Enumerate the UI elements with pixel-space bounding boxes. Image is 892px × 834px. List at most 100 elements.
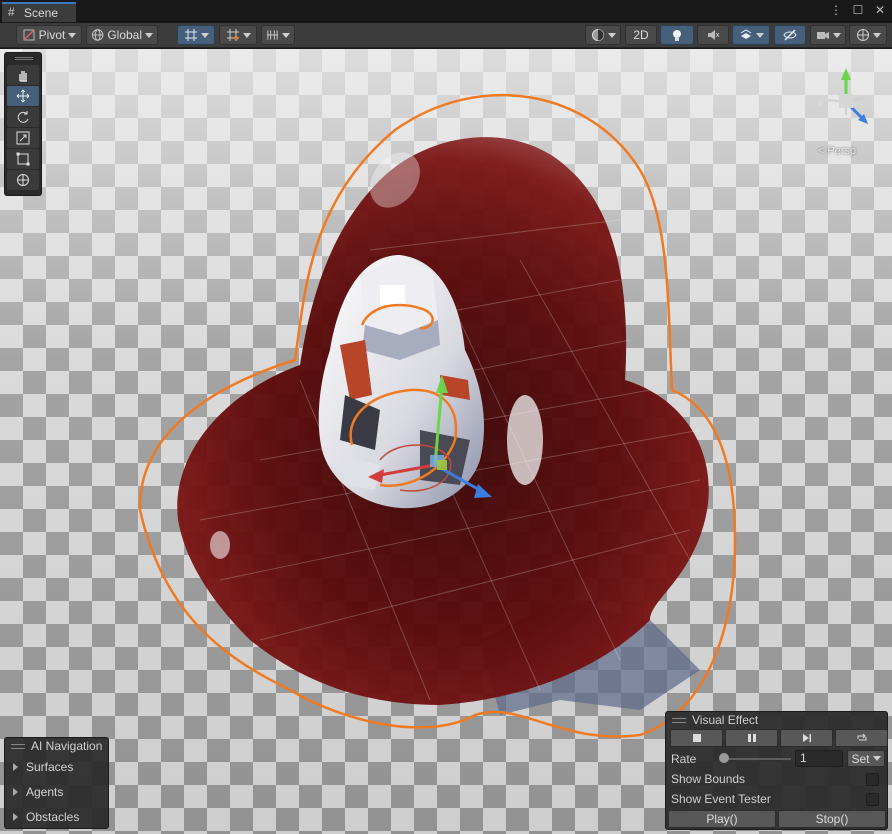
mode-2d-label: 2D xyxy=(633,28,649,42)
move-icon xyxy=(16,89,30,103)
scale-tool[interactable] xyxy=(7,128,39,148)
nav-item-label: Obstacles xyxy=(26,809,80,824)
chevron-down-icon xyxy=(607,32,616,38)
hand-icon xyxy=(19,71,27,82)
shading-mode-icon xyxy=(591,29,604,41)
restart-icon xyxy=(857,733,866,741)
chevron-down-icon xyxy=(68,32,77,38)
chevron-down-icon xyxy=(755,32,764,38)
lightbulb-icon xyxy=(673,30,681,41)
chevron-down-icon xyxy=(282,32,290,38)
grid-snap-icon xyxy=(184,29,197,41)
show-bounds-checkbox[interactable] xyxy=(866,772,879,786)
nav-item-label: Agents xyxy=(26,784,64,799)
show-event-tester-row: Show Event Tester xyxy=(671,790,883,808)
vfx-step-button[interactable] xyxy=(780,729,833,747)
chevron-down-icon xyxy=(200,32,209,38)
nav-item-label: Surfaces xyxy=(26,759,74,774)
vfx-stop-button[interactable] xyxy=(670,729,723,747)
rate-input[interactable]: 1 xyxy=(795,750,843,767)
visual-effect-title: Visual Effect xyxy=(692,713,759,727)
global-label: Global xyxy=(107,28,142,42)
effects-icon xyxy=(740,29,751,39)
nav-item-surfaces[interactable]: Surfaces xyxy=(5,754,108,779)
vfx-restart-button[interactable] xyxy=(835,729,888,747)
ai-navigation-overlay: AI Navigation Surfaces Agents Obstacles xyxy=(4,737,109,829)
global-dropdown[interactable]: Global xyxy=(86,25,158,45)
vfx-pause-button[interactable] xyxy=(725,729,778,747)
chevron-right-icon xyxy=(13,812,18,821)
scene-toolbar: Pivot Global 2D xyxy=(0,23,892,48)
camera-icon xyxy=(816,32,829,39)
ai-navigation-title: AI Navigation xyxy=(31,739,103,753)
rotate-icon xyxy=(17,111,29,123)
audio-toggle[interactable] xyxy=(697,25,729,45)
gizmos-dropdown[interactable] xyxy=(849,25,887,45)
svg-text:z: z xyxy=(866,124,871,135)
visual-effect-overlay: Visual Effect Rate 1 Set Show Bounds Sho… xyxy=(665,711,888,830)
stop-button[interactable]: Stop() xyxy=(778,810,886,828)
rate-slider[interactable] xyxy=(723,758,791,760)
play-button[interactable]: Play() xyxy=(668,810,776,828)
tab-scene-label: Scene xyxy=(24,6,59,20)
camera-dropdown[interactable] xyxy=(810,25,846,45)
svg-text:y: y xyxy=(842,60,847,71)
nav-item-obstacles[interactable]: Obstacles xyxy=(5,804,108,829)
increment-snap-icon xyxy=(226,29,239,41)
show-bounds-label: Show Bounds xyxy=(671,772,746,786)
grip-handle-icon[interactable] xyxy=(11,743,25,749)
lighting-toggle[interactable] xyxy=(660,25,694,45)
scene-grid-icon xyxy=(8,5,19,19)
gizmos-icon xyxy=(856,29,869,41)
hand-tool[interactable] xyxy=(7,65,39,85)
grid-visibility-button[interactable] xyxy=(261,25,295,45)
grid-visibility-icon xyxy=(266,30,279,40)
rect-icon xyxy=(16,152,30,166)
chevron-down-icon xyxy=(242,32,251,38)
stop-icon xyxy=(692,734,701,742)
rect-tool[interactable] xyxy=(7,149,39,169)
pivot-icon xyxy=(23,29,35,41)
chevron-down-icon xyxy=(872,756,881,761)
move-tool[interactable] xyxy=(7,86,39,106)
chevron-right-icon xyxy=(13,762,18,771)
more-vertical-icon[interactable]: ⋮ xyxy=(830,3,842,17)
grip-handle-icon[interactable] xyxy=(672,717,686,723)
grid-snap-button[interactable] xyxy=(177,25,215,45)
show-event-tester-checkbox[interactable] xyxy=(866,792,879,806)
grip-handle-icon[interactable] xyxy=(15,57,33,60)
chevron-right-icon xyxy=(13,787,18,796)
chevron-down-icon xyxy=(872,32,881,38)
close-icon[interactable]: ✕ xyxy=(874,3,886,17)
tool-palette xyxy=(4,52,42,196)
tab-scene[interactable]: Scene xyxy=(2,2,76,22)
set-label: Set xyxy=(851,751,870,766)
rotate-tool[interactable] xyxy=(7,107,39,127)
pivot-label: Pivot xyxy=(38,28,66,42)
pivot-dropdown[interactable]: Pivot xyxy=(16,25,82,45)
transform-tool[interactable] xyxy=(7,170,39,190)
hidden-objects-toggle[interactable] xyxy=(774,25,806,45)
chevron-down-icon xyxy=(145,32,153,38)
scale-icon xyxy=(16,131,30,145)
mode-2d-button[interactable]: 2D xyxy=(625,25,657,45)
show-bounds-row: Show Bounds xyxy=(671,770,883,788)
chevron-down-icon xyxy=(832,32,841,38)
audio-mute-icon xyxy=(708,30,720,40)
globe-icon xyxy=(91,29,104,41)
window-titlebar: Scene ⋮ ☐ ✕ xyxy=(0,0,892,22)
projection-toggle[interactable]: < Persp xyxy=(818,145,856,157)
svg-text:x: x xyxy=(818,98,823,109)
maximize-icon[interactable]: ☐ xyxy=(852,3,864,17)
effects-dropdown[interactable] xyxy=(732,25,770,45)
rate-set-dropdown[interactable]: Set xyxy=(847,750,885,767)
increment-snap-button[interactable] xyxy=(219,25,257,45)
rate-row: Rate 1 Set xyxy=(671,750,885,768)
step-icon xyxy=(802,734,811,742)
hidden-objects-icon xyxy=(783,29,797,41)
shading-mode-dropdown[interactable] xyxy=(585,25,621,45)
transform-icon xyxy=(17,174,29,186)
nav-item-agents[interactable]: Agents xyxy=(5,779,108,804)
show-event-tester-label: Show Event Tester xyxy=(671,792,771,806)
rate-slider-handle[interactable] xyxy=(719,753,729,763)
